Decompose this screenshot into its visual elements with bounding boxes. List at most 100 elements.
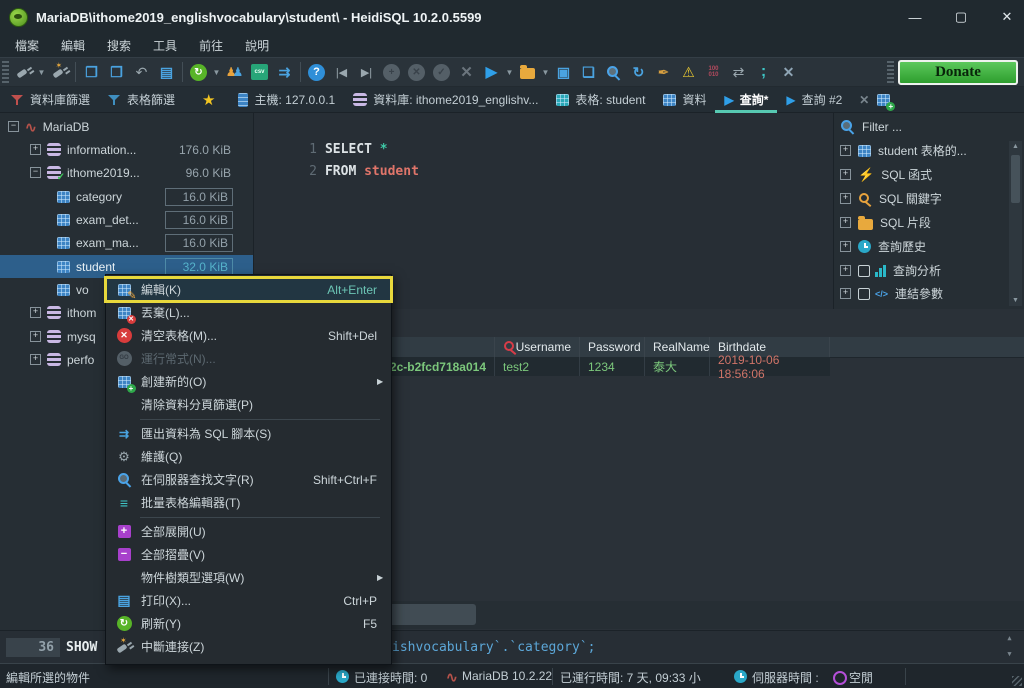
open-dropdown-icon[interactable]: ▼ <box>540 60 551 84</box>
menu-item-collapse-all[interactable]: − 全部摺疊(V) <box>106 543 391 566</box>
cancel-edit-icon[interactable]: ✕ <box>404 60 429 84</box>
tree-table-category[interactable]: category 16.0 KiB <box>0 185 253 208</box>
expand-icon[interactable]: + <box>840 241 851 252</box>
expand-icon[interactable]: + <box>30 144 41 155</box>
helper-scrollbar[interactable]: ▲ ▼ <box>1009 141 1022 306</box>
expand-icon[interactable]: + <box>840 265 851 276</box>
tree-db-information-schema[interactable]: + information... 176.0 KiB <box>0 138 253 161</box>
run-dropdown-icon[interactable]: ▼ <box>504 60 515 84</box>
maximize-button[interactable]: ▢ <box>952 9 970 25</box>
tree-table-exam-main[interactable]: exam_ma... 16.0 KiB <box>0 231 253 254</box>
expand-icon[interactable]: + <box>30 307 41 318</box>
menu-item-refresh[interactable]: ↻ 刷新(Y) F5 <box>106 612 391 635</box>
tab-database[interactable]: 資料庫: ithome2019_englishv... <box>344 87 547 113</box>
db-filter-button[interactable]: 資料庫篩選 <box>2 87 99 113</box>
tab-host[interactable]: 主機: 127.0.0.1 <box>229 87 344 113</box>
menu-item-expand-all[interactable]: + 全部展開(U) <box>106 520 391 543</box>
cell-realname[interactable]: 泰大 <box>645 357 710 376</box>
semicolon-icon[interactable]: ; <box>751 60 776 84</box>
scroll-down-icon[interactable]: ▼ <box>1009 295 1022 306</box>
indent-icon[interactable]: ⇄ <box>726 60 751 84</box>
warning-icon[interactable]: ⚠ <box>676 60 701 84</box>
menu-item-find-text-on-server[interactable]: 在伺服器查找文字(R) Shift+Ctrl+F <box>106 468 391 491</box>
expand-icon[interactable]: + <box>840 288 851 299</box>
helper-item-bind-params[interactable]: + </> 連結參數 <box>834 282 1012 305</box>
menu-item-clear-data-filter[interactable]: 清除資料分頁篩選(P) <box>106 393 391 416</box>
import-export-icon[interactable]: ⇉ <box>272 60 297 84</box>
menu-item-maintenance[interactable]: ⚙ 維護(Q) <box>106 445 391 468</box>
menu-search[interactable]: 搜索 <box>96 34 142 57</box>
scrollbar-thumb[interactable] <box>1011 155 1020 203</box>
helper-item-snippets[interactable]: + SQL 片段 <box>834 211 1012 234</box>
menu-item-drop[interactable]: 丟棄(L)... <box>106 301 391 324</box>
filter-input[interactable]: Filter ... <box>862 120 902 134</box>
tab-query[interactable]: ▶ 查詢* <box>715 87 777 113</box>
menu-help[interactable]: 說明 <box>234 34 280 57</box>
tree-db-ithome2019[interactable]: − ithome2019... 96.0 KiB <box>0 161 253 184</box>
table-filter-button[interactable]: 表格篩選 <box>99 87 184 113</box>
menu-item-disconnect[interactable]: ✶ 中斷連接(Z) <box>106 635 391 658</box>
tab-data[interactable]: 資料 <box>654 87 715 113</box>
binary-icon[interactable]: 100 010 <box>701 60 726 84</box>
column-header-username[interactable]: Username <box>495 337 580 357</box>
hscrollbar-thumb[interactable] <box>384 604 476 625</box>
open-file-icon[interactable] <box>515 60 540 84</box>
copy-icon[interactable]: ❐ <box>79 60 104 84</box>
last-record-icon[interactable]: ▶| <box>354 60 379 84</box>
close-query-icon[interactable]: ✕ <box>776 60 801 84</box>
cancel-icon[interactable]: ✕ <box>454 60 479 84</box>
menu-tools[interactable]: 工具 <box>142 34 188 57</box>
run-query-icon[interactable]: ▶ <box>479 60 504 84</box>
menu-edit[interactable]: 編輯 <box>50 34 96 57</box>
connect-dropdown-icon[interactable]: ▼ <box>36 60 47 84</box>
tree-table-exam-detail[interactable]: exam_det... 16.0 KiB <box>0 208 253 231</box>
expand-icon[interactable]: + <box>840 169 851 180</box>
donate-button[interactable]: Donate <box>898 60 1018 85</box>
scroll-up-icon[interactable]: ▲ <box>1009 141 1022 152</box>
helper-item-history[interactable]: + 查詢歷史 <box>834 235 1012 258</box>
paste-icon[interactable]: ❒ <box>104 60 129 84</box>
helper-item-profile[interactable]: + 查詢分析 <box>834 259 1012 282</box>
menu-item-export-sql[interactable]: ⇉ 匯出資料為 SQL 腳本(S) <box>106 422 391 445</box>
helper-filter-box[interactable]: Filter ... <box>840 119 902 134</box>
expand-icon[interactable]: + <box>30 331 41 342</box>
toolbar-grip[interactable] <box>2 61 9 83</box>
favorites-star-icon[interactable]: ★ <box>202 91 215 109</box>
checkbox-icon[interactable] <box>858 264 870 277</box>
collapse-icon[interactable]: − <box>30 167 41 178</box>
column-header-password[interactable]: Password <box>580 337 645 357</box>
helper-item-columns[interactable]: + student 表格的... <box>834 139 1012 162</box>
expand-icon[interactable]: + <box>30 354 41 365</box>
connect-icon[interactable] <box>11 60 36 84</box>
menu-item-edit[interactable]: 編輯(K) Alt+Enter <box>104 276 393 303</box>
tab-table[interactable]: 表格: student <box>547 87 654 113</box>
print-icon[interactable]: ▤ <box>154 60 179 84</box>
expand-icon[interactable]: + <box>840 217 851 228</box>
insert-row-icon[interactable]: + <box>379 60 404 84</box>
csv-export-icon[interactable]: csv <box>247 60 272 84</box>
cell-password[interactable]: 1234 <box>580 357 645 376</box>
toolbar-grip[interactable] <box>887 61 894 83</box>
menu-item-tree-options[interactable]: 物件樹類型選項(W) ▶ <box>106 566 391 589</box>
disconnect-icon[interactable]: ✶ <box>47 60 72 84</box>
menu-file[interactable]: 檔案 <box>4 34 50 57</box>
helper-item-functions[interactable]: + ⚡ SQL 函式 <box>834 163 1012 186</box>
cell-birthdate[interactable]: 2019-10-06 18:56:06 <box>710 353 830 381</box>
menu-goto[interactable]: 前往 <box>188 34 234 57</box>
log-scrollbar[interactable]: ▲ ▼ <box>1003 634 1016 662</box>
help-icon[interactable]: ? <box>304 60 329 84</box>
menu-item-create-new[interactable]: 創建新的(O) ▶ <box>106 370 391 393</box>
cell-username[interactable]: test2 <box>495 357 580 376</box>
refresh-icon[interactable]: ↻ <box>186 60 211 84</box>
helper-item-keywords[interactable]: + SQL 關鍵字 <box>834 187 1012 210</box>
expand-icon[interactable]: + <box>840 193 851 204</box>
clean-icon[interactable]: ✒ <box>651 60 676 84</box>
first-record-icon[interactable]: |◀ <box>329 60 354 84</box>
menu-item-print[interactable]: ▤ 打印(X)... Ctrl+P <box>106 589 391 612</box>
expand-icon[interactable]: + <box>840 145 851 156</box>
checkbox-icon[interactable] <box>858 287 870 300</box>
menu-item-bulk-table-editor[interactable]: ≡ 批量表格編輯器(T) <box>106 491 391 514</box>
search-replace-icon[interactable] <box>601 60 626 84</box>
save-snippet-icon[interactable]: ❏ <box>576 60 601 84</box>
resize-grip[interactable] <box>1012 676 1022 686</box>
